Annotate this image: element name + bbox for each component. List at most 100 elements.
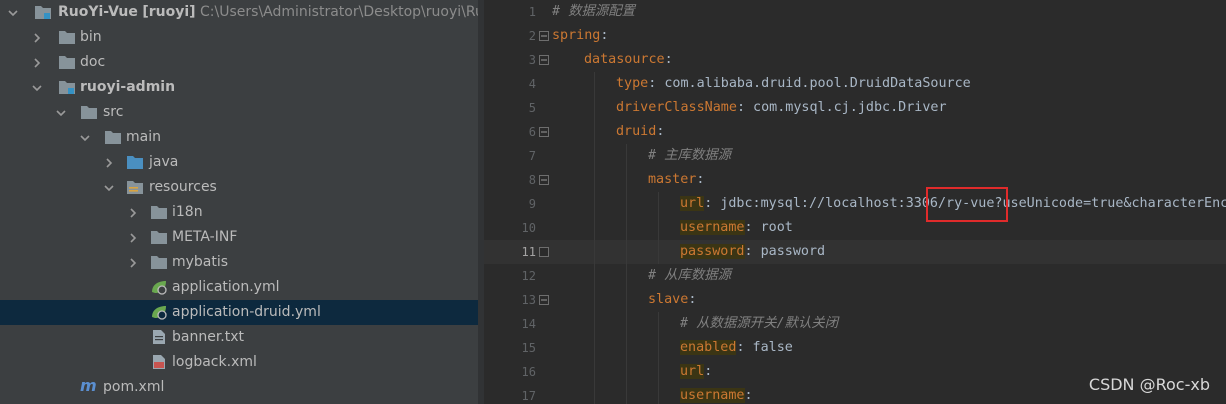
- chevron-right-icon[interactable]: [126, 200, 140, 225]
- line-number: 4: [528, 77, 536, 91]
- annotation-highlight-box: [926, 187, 1008, 222]
- line-number: 7: [528, 149, 536, 163]
- tree-item-java[interactable]: java: [0, 150, 478, 175]
- resources-folder-icon: [126, 179, 144, 195]
- code-comment: # 主库数据源: [648, 148, 732, 163]
- code-line: enabled: false: [680, 340, 793, 355]
- tree-item-logback-xml[interactable]: logback.xml: [0, 350, 478, 375]
- fold-marker-icon[interactable]: [539, 127, 549, 137]
- tree-item-label: java: [149, 154, 179, 170]
- line-number: 12: [521, 269, 536, 283]
- text-file-icon: [150, 329, 168, 345]
- tree-item-label: mybatis: [172, 254, 229, 270]
- line-number: 15: [521, 341, 536, 355]
- code-editor[interactable]: 1 2 3 4 5 6 7 8 9 10 11 12 13 14 15 16 1…: [484, 0, 1226, 404]
- tree-item-label: pom.xml: [103, 379, 165, 395]
- fold-marker-icon[interactable]: [539, 55, 549, 65]
- line-number: 6: [528, 125, 536, 139]
- line-number: 5: [528, 101, 536, 115]
- code-line: driverClassName: com.mysql.cj.jdbc.Drive…: [616, 100, 947, 115]
- project-name: RuoYi-Vue: [58, 4, 138, 20]
- tree-item-label: ruoyi-admin: [80, 79, 176, 95]
- line-number: 14: [521, 317, 536, 331]
- tree-item-banner-txt[interactable]: banner.txt: [0, 325, 478, 350]
- fold-marker-icon[interactable]: [539, 175, 549, 185]
- fold-marker-icon[interactable]: [539, 295, 549, 305]
- chevron-right-icon[interactable]: [30, 50, 44, 75]
- fold-marker-icon[interactable]: [539, 31, 549, 41]
- tree-root-row[interactable]: RuoYi-Vue [ruoyi] C:\Users\Administrator…: [0, 0, 478, 25]
- module-folder-icon: [34, 4, 52, 20]
- code-comment: # 从库数据源: [648, 268, 732, 283]
- line-number: 17: [521, 389, 536, 403]
- tree-item-label: bin: [80, 29, 102, 45]
- tree-item-ruoyi-admin[interactable]: ruoyi-admin: [0, 75, 478, 100]
- folder-icon: [80, 104, 98, 120]
- module-tag: [ruoyi]: [142, 4, 196, 20]
- line-number: 8: [528, 173, 536, 187]
- tree-item-main[interactable]: main: [0, 125, 478, 150]
- tree-item-application-yml[interactable]: application.yml: [0, 275, 478, 300]
- code-line-current: password: password: [680, 244, 826, 259]
- code-line: datasource:: [584, 52, 673, 67]
- chevron-down-icon[interactable]: [6, 0, 20, 25]
- code-comment: # 从数据源开关/默认关闭: [680, 316, 839, 331]
- folder-icon: [150, 229, 168, 245]
- tree-item-label: i18n: [172, 204, 203, 220]
- tree-item-src[interactable]: src: [0, 100, 478, 125]
- tree-item-label: application.yml: [172, 279, 280, 295]
- line-number: 16: [521, 365, 536, 379]
- xml-file-icon: [150, 354, 168, 370]
- code-line: url:: [680, 364, 713, 379]
- tree-item-i18n[interactable]: i18n: [0, 200, 478, 225]
- fold-end-marker-icon[interactable]: [539, 247, 549, 257]
- project-path: C:\Users\Administrator\Desktop\ruoyi\Ruo…: [200, 4, 478, 20]
- tree-item-pom-xml[interactable]: m pom.xml: [0, 375, 478, 400]
- tree-item-doc[interactable]: doc: [0, 50, 478, 75]
- tree-item-mybatis[interactable]: mybatis: [0, 250, 478, 275]
- code-line: username:: [680, 388, 753, 403]
- chevron-down-icon[interactable]: [54, 100, 68, 125]
- project-tree-panel: RuoYi-Vue [ruoyi] C:\Users\Administrator…: [0, 0, 478, 404]
- chevron-right-icon[interactable]: [102, 150, 116, 175]
- code-line: spring:: [552, 28, 609, 43]
- code-line: slave:: [648, 292, 697, 307]
- folder-icon: [150, 254, 168, 270]
- chevron-down-icon[interactable]: [102, 175, 116, 200]
- folder-icon: [104, 129, 122, 145]
- line-number: 2: [528, 29, 536, 43]
- tree-item-meta-inf[interactable]: META-INF: [0, 225, 478, 250]
- tree-item-label: application-druid.yml: [172, 304, 321, 320]
- watermark: CSDN @Roc-xb: [1088, 375, 1210, 394]
- line-number: 10: [521, 221, 536, 235]
- maven-icon: m: [80, 376, 97, 395]
- tree-item-label: src: [103, 104, 124, 120]
- tree-item-label: META-INF: [172, 229, 238, 245]
- chevron-right-icon[interactable]: [126, 225, 140, 250]
- source-folder-icon: [126, 154, 144, 170]
- current-line-highlight: [484, 240, 1226, 264]
- spring-yml-icon: [150, 304, 168, 320]
- chevron-right-icon[interactable]: [126, 250, 140, 275]
- tree-item-application-druid-yml[interactable]: application-druid.yml: [0, 300, 478, 325]
- code-line: type: com.alibaba.druid.pool.DruidDataSo…: [616, 76, 971, 91]
- tree-item-label: doc: [80, 54, 106, 70]
- code-line: master:: [648, 172, 705, 187]
- code-line: druid:: [616, 124, 665, 139]
- tree-item-bin[interactable]: bin: [0, 25, 478, 50]
- tree-item-label: banner.txt: [172, 329, 245, 345]
- code-comment: # 数据源配置: [552, 4, 636, 19]
- chevron-down-icon[interactable]: [30, 75, 44, 100]
- tree-item-label: resources: [149, 179, 217, 195]
- line-number-current: 11: [521, 245, 536, 259]
- module-folder-icon: [58, 79, 76, 95]
- chevron-down-icon[interactable]: [78, 125, 92, 150]
- chevron-right-icon[interactable]: [30, 25, 44, 50]
- folder-icon: [58, 54, 76, 70]
- line-number: 1: [528, 5, 536, 19]
- folder-icon: [150, 204, 168, 220]
- folder-icon: [58, 29, 76, 45]
- spring-yml-icon: [150, 279, 168, 295]
- tree-item-label: logback.xml: [172, 354, 257, 370]
- tree-item-resources[interactable]: resources: [0, 175, 478, 200]
